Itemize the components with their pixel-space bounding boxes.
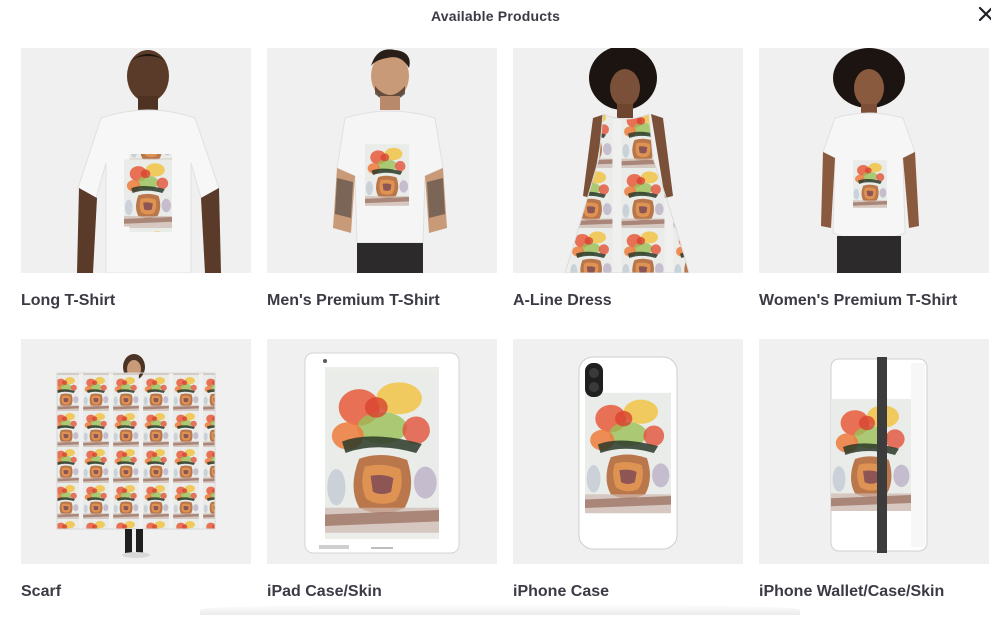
- product-label: iPad Case/Skin: [267, 583, 382, 600]
- product-card-iphone-case[interactable]: iPhone Case: [513, 339, 743, 619]
- product-label: A-Line Dress: [513, 292, 612, 309]
- a-line-dress-image: [513, 48, 743, 273]
- womens-premium-tshirt-image: [759, 48, 989, 273]
- mens-premium-tshirt-image: [267, 48, 497, 273]
- long-tshirt-image: [21, 48, 251, 273]
- product-card-a-line-dress[interactable]: A-Line Dress: [513, 48, 743, 328]
- product-card-mens-premium-tshirt[interactable]: Men's Premium T-Shirt: [267, 48, 497, 328]
- close-button[interactable]: [977, 2, 991, 26]
- product-card-long-tshirt[interactable]: Long T-Shirt: [21, 48, 251, 328]
- product-label: Long T-Shirt: [21, 292, 116, 309]
- product-card-iphone-wallet[interactable]: iPhone Wallet/Case/Skin: [759, 339, 989, 619]
- dialog-title: Available Products: [430, 8, 561, 24]
- product-label: Scarf: [21, 583, 62, 600]
- scroll-shadow: [200, 604, 800, 615]
- product-label: Women's Premium T-Shirt: [759, 292, 958, 309]
- product-card-scarf[interactable]: Scarf: [21, 339, 251, 619]
- dialog-header: Available Products: [0, 0, 991, 34]
- product-label: iPhone Case: [513, 583, 610, 600]
- ipad-case-image: [267, 339, 497, 564]
- scarf-image: [21, 339, 251, 564]
- product-label: iPhone Wallet/Case/Skin: [759, 583, 945, 600]
- product-label: Men's Premium T-Shirt: [267, 292, 440, 309]
- product-card-womens-premium-tshirt[interactable]: Women's Premium T-Shirt: [759, 48, 989, 328]
- close-icon: [978, 6, 991, 22]
- iphone-case-image: [513, 339, 743, 564]
- iphone-wallet-image: [759, 339, 989, 564]
- product-card-ipad-case[interactable]: iPad Case/Skin: [267, 339, 497, 619]
